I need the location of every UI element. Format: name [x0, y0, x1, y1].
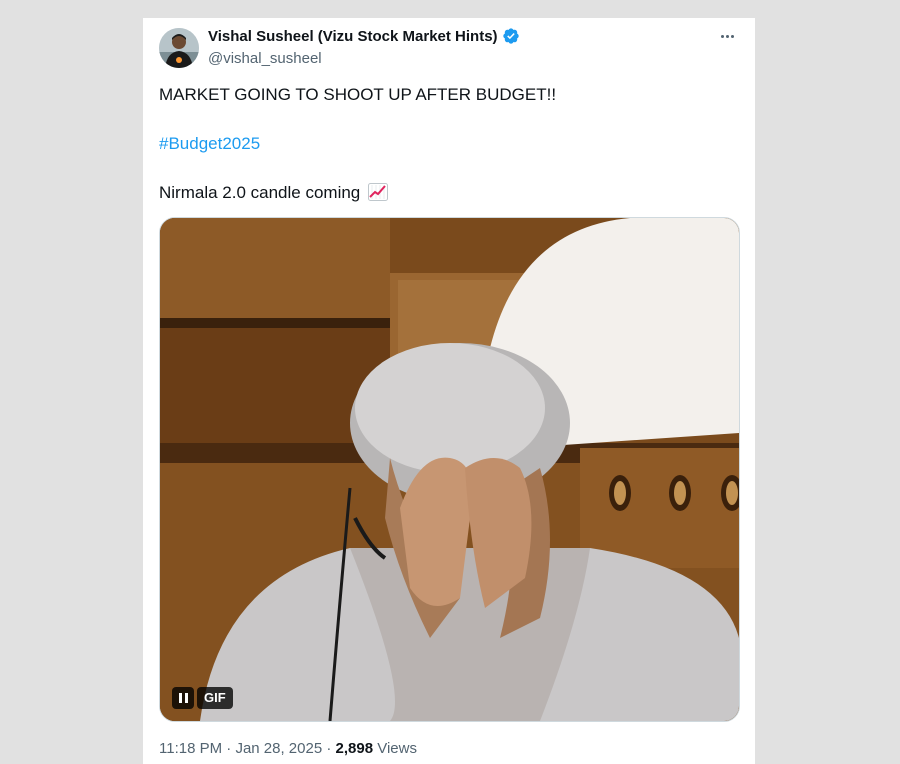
views-count: 2,898 — [335, 740, 374, 757]
meta-separator: · — [222, 740, 236, 757]
chart-increasing-icon — [368, 183, 388, 201]
tweet-text-line-1: MARKET GOING TO SHOOT UP AFTER BUDGET!! — [159, 85, 557, 104]
hashtag-link[interactable]: #Budget2025 — [159, 134, 260, 154]
views-label: Views — [373, 740, 417, 757]
tweet-time[interactable]: 11:18 PM — [159, 740, 222, 757]
tweet-text-line-3: Nirmala 2.0 candle coming — [159, 183, 388, 203]
gif-badge: GIF — [197, 687, 233, 709]
author-name-row[interactable]: Vishal Susheel (Vizu Stock Market Hints) — [208, 27, 520, 45]
author-name[interactable]: Vishal Susheel (Vizu Stock Market Hints) — [208, 28, 498, 45]
gif-controls: GIF — [172, 687, 233, 709]
tweet-metadata: 11:18 PM · Jan 28, 2025 · 2,898 Views — [159, 740, 417, 757]
author-handle[interactable]: @vishal_susheel — [208, 50, 322, 67]
tweet-card: Vishal Susheel (Vizu Stock Market Hints)… — [143, 18, 755, 764]
tweet-date[interactable]: Jan 28, 2025 — [235, 740, 322, 757]
avatar[interactable] — [159, 28, 199, 68]
gif-frame-image — [160, 218, 739, 721]
pause-icon[interactable] — [172, 687, 194, 709]
tweet-text-line-3-text: Nirmala 2.0 candle coming — [159, 183, 361, 202]
meta-separator-views: · — [322, 740, 336, 757]
verified-badge-icon — [502, 28, 519, 44]
more-options-icon[interactable] — [715, 24, 739, 48]
gif-media[interactable]: GIF — [159, 217, 740, 722]
